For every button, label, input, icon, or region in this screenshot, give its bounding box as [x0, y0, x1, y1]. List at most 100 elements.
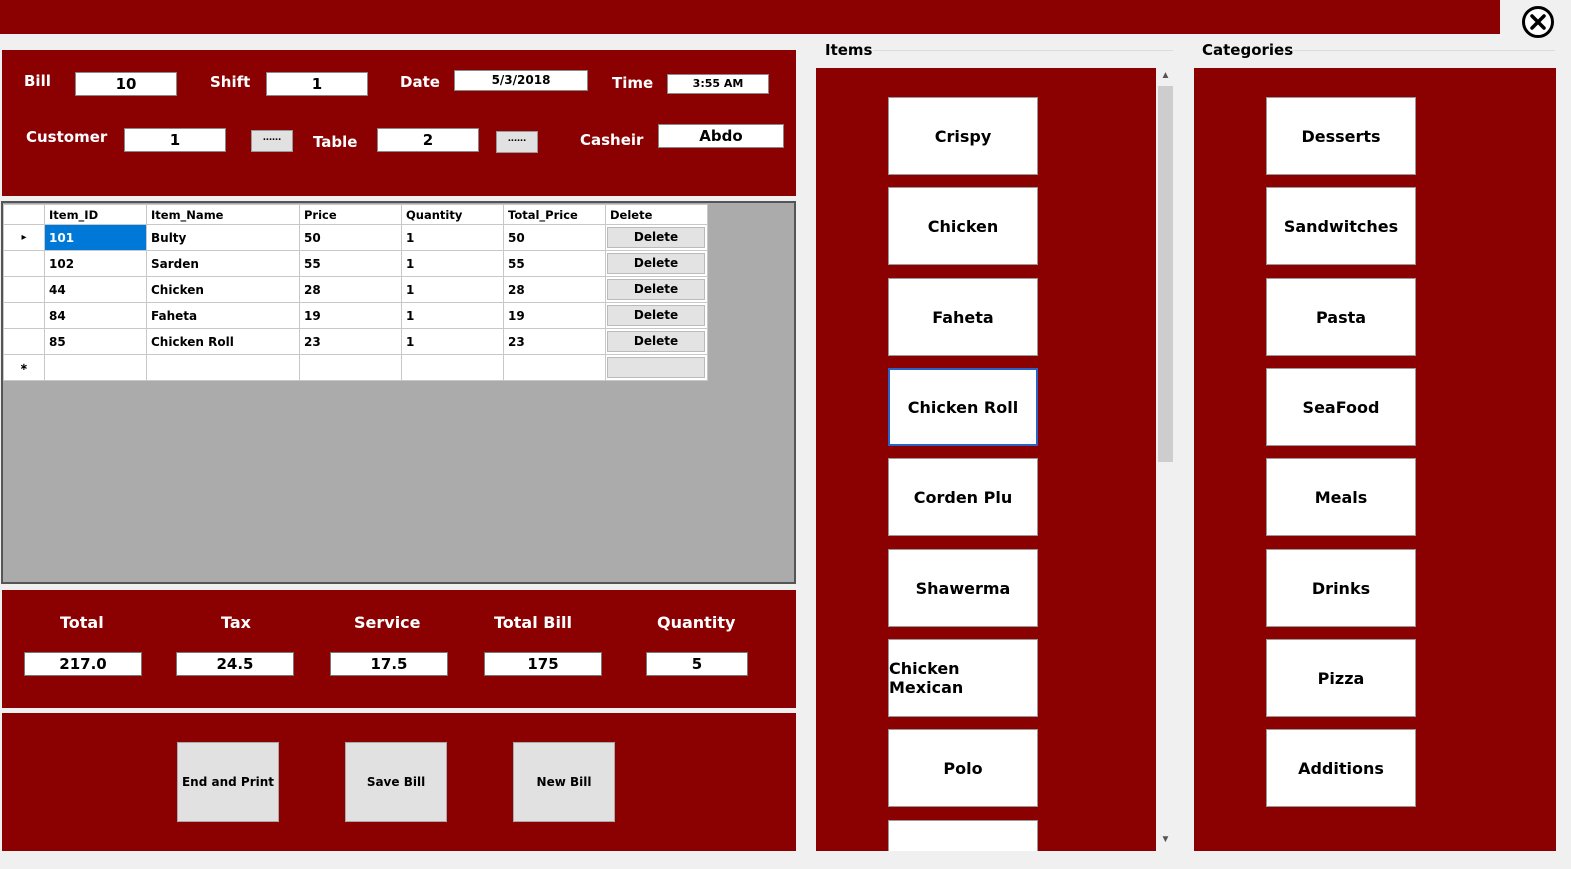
category-button-seafood[interactable]: SeaFood — [1266, 368, 1416, 446]
cell-delete: Delete — [605, 250, 708, 277]
col-item-id[interactable]: Item_ID — [44, 204, 147, 225]
order-grid[interactable]: Item_ID Item_Name Price Quantity Total_P… — [1, 201, 796, 584]
item-button-polo[interactable]: Polo — [888, 729, 1038, 807]
scroll-down-icon[interactable]: ▼ — [1157, 834, 1174, 848]
service-label: Service — [354, 613, 421, 632]
cell-item-name[interactable]: Faheta — [146, 302, 300, 329]
row-header[interactable] — [3, 250, 45, 277]
total-field[interactable]: 217.0 — [24, 652, 142, 676]
category-button-pasta[interactable]: Pasta — [1266, 278, 1416, 356]
cell-price[interactable]: 19 — [299, 302, 402, 329]
category-button-pizza[interactable]: Pizza — [1266, 639, 1416, 717]
cell-item-name[interactable] — [146, 354, 300, 381]
cell-item-id[interactable]: 102 — [44, 250, 147, 277]
cell-quantity[interactable]: 1 — [401, 250, 504, 277]
new-bill-button[interactable]: New Bill — [513, 742, 615, 822]
scrollbar-thumb[interactable] — [1158, 86, 1173, 462]
cell-item-name[interactable]: Sarden — [146, 250, 300, 277]
cell-item-name[interactable]: Chicken Roll — [146, 328, 300, 355]
bill-number-field[interactable]: 10 — [75, 72, 177, 96]
cell-price[interactable]: 23 — [299, 328, 402, 355]
table-row[interactable]: ▸ 101 Bulty 50 1 50 Delete — [3, 224, 708, 251]
table-browse-button[interactable]: ...... — [496, 131, 538, 153]
item-button-chicken-mexican[interactable]: Chicken Mexican — [888, 639, 1038, 717]
time-field[interactable]: 3:55 AM — [667, 74, 769, 94]
service-field[interactable]: 17.5 — [330, 652, 448, 676]
total-bill-field[interactable]: 175 — [484, 652, 602, 676]
scroll-up-icon[interactable]: ▲ — [1157, 70, 1174, 84]
date-field[interactable]: 5/3/2018 — [454, 70, 588, 91]
cell-item-name[interactable]: Chicken — [146, 276, 300, 303]
category-button-drinks[interactable]: Drinks — [1266, 549, 1416, 627]
delete-row-button[interactable]: Delete — [607, 331, 705, 352]
row-header[interactable] — [3, 328, 45, 355]
row-header[interactable] — [3, 302, 45, 329]
cell-item-id[interactable]: 101 — [44, 224, 147, 251]
item-button-chicken-roll[interactable]: Chicken Roll — [888, 368, 1038, 446]
bill-label: Bill — [24, 72, 51, 90]
cell-quantity[interactable]: 1 — [401, 302, 504, 329]
table-row[interactable]: 84 Faheta 19 1 19 Delete — [3, 302, 708, 329]
cell-item-id[interactable] — [44, 354, 147, 381]
customer-field[interactable]: 1 — [124, 128, 226, 152]
category-button-sandwitches[interactable]: Sandwitches — [1266, 187, 1416, 265]
delete-row-button-empty[interactable] — [607, 357, 705, 378]
item-button-corden-plu[interactable]: Corden Plu — [888, 458, 1038, 536]
quantity-field[interactable]: 5 — [646, 652, 748, 676]
cell-total-price[interactable] — [503, 354, 606, 381]
item-button-faheta[interactable]: Faheta — [888, 278, 1038, 356]
table-row[interactable]: 44 Chicken 28 1 28 Delete — [3, 276, 708, 303]
new-row[interactable]: ∗ — [3, 354, 708, 381]
delete-row-button[interactable]: Delete — [607, 227, 705, 248]
cell-delete: Delete — [605, 302, 708, 329]
col-total-price[interactable]: Total_Price — [503, 204, 606, 225]
item-button-chicken[interactable]: Chicken — [888, 187, 1038, 265]
row-header[interactable] — [3, 276, 45, 303]
cell-total-price[interactable]: 19 — [503, 302, 606, 329]
quantity-label: Quantity — [657, 613, 736, 632]
save-bill-button[interactable]: Save Bill — [345, 742, 447, 822]
cell-item-id[interactable]: 84 — [44, 302, 147, 329]
new-row-icon: ∗ — [3, 354, 45, 381]
delete-row-button[interactable]: Delete — [607, 305, 705, 326]
table-row[interactable]: 102 Sarden 55 1 55 Delete — [3, 250, 708, 277]
item-button-crispy[interactable]: Crispy — [888, 97, 1038, 175]
cell-price[interactable]: 55 — [299, 250, 402, 277]
cell-price[interactable]: 50 — [299, 224, 402, 251]
cell-price[interactable]: 28 — [299, 276, 402, 303]
cell-total-price[interactable]: 23 — [503, 328, 606, 355]
col-price[interactable]: Price — [299, 204, 402, 225]
bill-header-panel: Bill 10 Shift 1 Date 5/3/2018 Time 3:55 … — [2, 50, 796, 196]
item-button-partial[interactable] — [888, 820, 1038, 851]
cell-quantity[interactable]: 1 — [401, 224, 504, 251]
category-button-additions[interactable]: Additions — [1266, 729, 1416, 807]
customer-browse-button[interactable]: ...... — [251, 130, 293, 152]
cell-total-price[interactable]: 55 — [503, 250, 606, 277]
cell-price[interactable] — [299, 354, 402, 381]
cell-quantity[interactable]: 1 — [401, 276, 504, 303]
items-scrollbar[interactable]: ▲ ▼ — [1157, 68, 1174, 851]
col-item-name[interactable]: Item_Name — [146, 204, 300, 225]
delete-row-button[interactable]: Delete — [607, 279, 705, 300]
cell-item-id[interactable]: 44 — [44, 276, 147, 303]
cashier-field[interactable]: Abdo — [658, 124, 784, 148]
cell-item-name[interactable]: Bulty — [146, 224, 300, 251]
time-label: Time — [612, 74, 654, 92]
table-field[interactable]: 2 — [377, 128, 479, 152]
shift-field[interactable]: 1 — [266, 72, 368, 96]
category-button-meals[interactable]: Meals — [1266, 458, 1416, 536]
cell-quantity[interactable] — [401, 354, 504, 381]
cell-total-price[interactable]: 50 — [503, 224, 606, 251]
item-button-shawerma[interactable]: Shawerma — [888, 549, 1038, 627]
tax-field[interactable]: 24.5 — [176, 652, 294, 676]
cell-item-id[interactable]: 85 — [44, 328, 147, 355]
table-row[interactable]: 85 Chicken Roll 23 1 23 Delete — [3, 328, 708, 355]
col-delete[interactable]: Delete — [605, 204, 708, 225]
cell-total-price[interactable]: 28 — [503, 276, 606, 303]
col-quantity[interactable]: Quantity — [401, 204, 504, 225]
delete-row-button[interactable]: Delete — [607, 253, 705, 274]
category-button-desserts[interactable]: Desserts — [1266, 97, 1416, 175]
end-and-print-button[interactable]: End and Print — [177, 742, 279, 822]
close-button[interactable] — [1521, 5, 1555, 39]
cell-quantity[interactable]: 1 — [401, 328, 504, 355]
